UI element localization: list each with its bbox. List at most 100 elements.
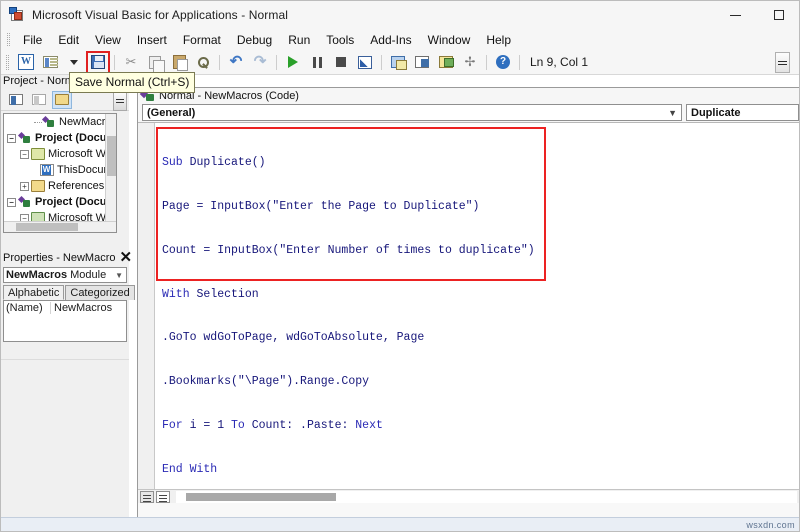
code-text[interactable]: Sub Duplicate() Page = InputBox("Enter t… bbox=[162, 127, 799, 503]
copy-button[interactable] bbox=[144, 52, 166, 73]
insert-dropdown-button[interactable] bbox=[63, 52, 85, 73]
tree-item-label: NewMacro bbox=[59, 116, 112, 128]
project-panel-overflow-button[interactable] bbox=[113, 91, 127, 111]
object-browser-button[interactable] bbox=[435, 52, 457, 73]
procedure-combo-value: Duplicate bbox=[691, 106, 741, 119]
tree-item-thisdocument-1[interactable]: ThisDocum bbox=[4, 162, 116, 178]
properties-panel: Properties - NewMacro ✕ NewMacros Module… bbox=[1, 249, 135, 519]
code-margin-indicator-bar[interactable] bbox=[138, 123, 155, 503]
scrollbar-thumb[interactable] bbox=[186, 492, 336, 501]
menu-tools[interactable]: Tools bbox=[318, 31, 362, 49]
menu-window[interactable]: Window bbox=[420, 31, 479, 49]
expander-icon[interactable]: + bbox=[20, 181, 29, 191]
save-button-tooltip: Save Normal (Ctrl+S) bbox=[69, 72, 196, 93]
help-button[interactable] bbox=[492, 52, 514, 73]
properties-window-button[interactable] bbox=[411, 52, 433, 73]
code-editor[interactable]: Sub Duplicate() Page = InputBox("Enter t… bbox=[138, 122, 799, 503]
menu-file[interactable]: File bbox=[15, 31, 50, 49]
tree-item-references[interactable]: + References bbox=[4, 178, 116, 194]
module-icon bbox=[42, 116, 56, 128]
properties-grid[interactable]: (Name) NewMacros bbox=[3, 300, 127, 342]
minimize-button[interactable] bbox=[713, 1, 757, 29]
insert-userform-button[interactable] bbox=[39, 52, 61, 73]
menu-grip[interactable] bbox=[7, 33, 10, 46]
maximize-button[interactable] bbox=[757, 1, 799, 29]
expander-icon[interactable]: − bbox=[20, 149, 29, 159]
undo-button[interactable]: ↶ bbox=[225, 52, 247, 73]
procedure-combo[interactable]: Duplicate bbox=[686, 104, 799, 121]
redo-button[interactable]: ↷ bbox=[249, 52, 271, 73]
close-icon[interactable]: ✕ bbox=[115, 250, 136, 265]
expander-icon[interactable]: − bbox=[7, 133, 16, 143]
menu-view[interactable]: View bbox=[87, 31, 129, 53]
tree-item-newmacros[interactable]: NewMacro bbox=[4, 114, 116, 130]
project-tree-horizontal-scrollbar[interactable] bbox=[4, 221, 116, 232]
object-combo[interactable]: (General) ▼ bbox=[142, 104, 682, 121]
tab-alphabetic[interactable]: Alphabetic bbox=[3, 285, 65, 300]
project-explorer-panel: Project - Normal NewMacro − Project (Doc… bbox=[1, 75, 129, 255]
full-module-view-button[interactable] bbox=[156, 490, 170, 503]
code-horizontal-scrollbar[interactable] bbox=[176, 490, 797, 503]
design-mode-button[interactable] bbox=[354, 52, 376, 73]
view-code-icon bbox=[9, 94, 23, 105]
vba-project-icon bbox=[18, 196, 32, 208]
clipboard-icon bbox=[172, 55, 188, 71]
properties-tabs: Alphabetic Categorized bbox=[3, 285, 135, 300]
project-explorer-button[interactable] bbox=[387, 52, 409, 73]
object-combo-value: (General) bbox=[147, 106, 196, 119]
menu-format[interactable]: Format bbox=[175, 31, 229, 49]
stop-square-icon bbox=[336, 57, 346, 67]
scrollbar-thumb[interactable] bbox=[107, 136, 116, 176]
tree-connector bbox=[34, 121, 42, 123]
userform-icon bbox=[42, 56, 58, 68]
properties-object-combo[interactable]: NewMacros Module ▼ bbox=[3, 267, 127, 283]
property-row[interactable]: (Name) NewMacros bbox=[4, 301, 126, 315]
menu-run[interactable]: Run bbox=[280, 31, 318, 49]
overflow-line bbox=[778, 60, 787, 62]
reset-button[interactable] bbox=[330, 52, 352, 73]
menu-help[interactable]: Help bbox=[478, 31, 519, 49]
object-browser-icon bbox=[439, 56, 454, 68]
pause-icon bbox=[312, 56, 322, 68]
menu-addins[interactable]: Add-Ins bbox=[362, 31, 419, 49]
overflow-line bbox=[778, 63, 787, 65]
save-normal-button[interactable] bbox=[86, 50, 110, 74]
menu-edit[interactable]: Edit bbox=[50, 31, 87, 49]
view-word-button[interactable] bbox=[15, 52, 37, 73]
floppy-disk-icon bbox=[91, 55, 105, 69]
view-code-button[interactable] bbox=[6, 91, 26, 109]
tree-item-msword-objects-1[interactable]: − Microsoft Wor bbox=[4, 146, 116, 162]
toolbox-button[interactable]: ✢ bbox=[459, 52, 481, 73]
word-document-icon bbox=[18, 54, 34, 70]
properties-object-type: Module bbox=[70, 269, 107, 281]
tab-categorized[interactable]: Categorized bbox=[65, 285, 135, 300]
expander-icon[interactable]: − bbox=[7, 197, 16, 207]
cut-button[interactable]: ✂ bbox=[120, 52, 142, 73]
maximize-icon bbox=[774, 10, 784, 20]
toolbar-grip[interactable] bbox=[6, 54, 9, 70]
vba-app-icon bbox=[9, 7, 25, 23]
menu-view-label: View bbox=[95, 32, 121, 47]
project-tree-vertical-scrollbar[interactable] bbox=[105, 114, 116, 232]
menu-debug[interactable]: Debug bbox=[229, 31, 280, 49]
find-button[interactable] bbox=[192, 52, 214, 73]
menu-insert[interactable]: Insert bbox=[129, 31, 175, 49]
project-tree[interactable]: NewMacro − Project (Documen − Microsoft … bbox=[3, 113, 117, 233]
scrollbar-thumb[interactable] bbox=[16, 223, 78, 231]
toolbar-overflow-button[interactable] bbox=[775, 52, 790, 73]
toggle-folders-button[interactable] bbox=[52, 90, 72, 109]
code-line: With Selection bbox=[162, 287, 259, 301]
break-button[interactable] bbox=[306, 52, 328, 73]
tree-item-label: References bbox=[48, 180, 105, 192]
toolbox-icon: ✢ bbox=[464, 54, 476, 69]
run-button[interactable] bbox=[282, 52, 304, 73]
view-object-button[interactable] bbox=[29, 91, 49, 109]
property-value[interactable]: NewMacros bbox=[50, 302, 126, 314]
bottom-status-band: wsxdn.com bbox=[1, 517, 799, 531]
paste-button[interactable] bbox=[168, 52, 190, 73]
code-window-caption: Normal - NewMacros (Code) bbox=[138, 88, 799, 103]
procedure-view-button[interactable] bbox=[140, 490, 154, 503]
tree-item-project-1[interactable]: − Project (Documen bbox=[4, 130, 116, 146]
tree-item-project-2[interactable]: − Project (Documen bbox=[4, 194, 116, 210]
property-key: (Name) bbox=[6, 302, 43, 314]
